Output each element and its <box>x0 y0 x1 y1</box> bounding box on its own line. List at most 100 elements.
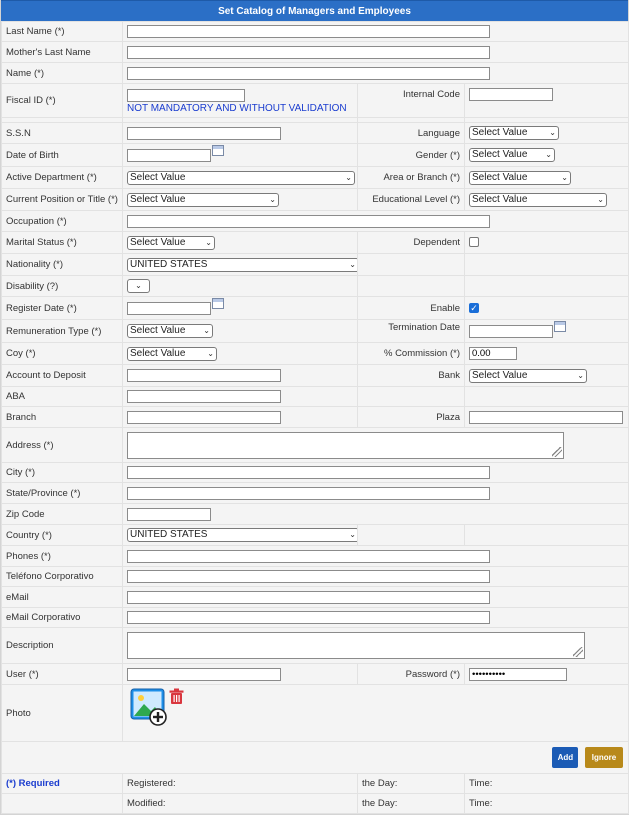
photo-upload <box>130 688 184 726</box>
enable-label: Enable <box>357 296 465 320</box>
aba-label: ABA <box>1 386 123 407</box>
marital-status-label: Marital Status (*) <box>1 231 123 254</box>
chevron-down-icon: ⌄ <box>561 172 568 182</box>
description-label: Description <box>1 627 123 664</box>
termination-date-input[interactable] <box>469 324 553 338</box>
modified-label: Modified: <box>122 793 358 814</box>
branch-label: Branch <box>1 406 123 428</box>
user-label: User (*) <box>1 663 123 685</box>
ssn-input[interactable] <box>127 126 281 140</box>
educational-level-label: Educational Level (*) <box>357 188 465 211</box>
remuneration-type-select[interactable]: Select Value ⌄ <box>127 324 213 338</box>
gender-select[interactable]: Select Value ⌄ <box>469 148 555 162</box>
phones-input[interactable] <box>127 549 490 563</box>
registered-label: Registered: <box>122 773 358 794</box>
educational-level-select[interactable]: Select Value ⌄ <box>469 192 607 207</box>
fiscal-id-input[interactable] <box>127 89 245 102</box>
required-note: (*) Required <box>6 778 60 789</box>
internal-code-input[interactable] <box>469 88 553 101</box>
chevron-down-icon: ⌄ <box>203 326 210 335</box>
country-label: Country (*) <box>1 524 123 546</box>
bank-label: Bank <box>357 364 465 387</box>
calendar-icon[interactable] <box>212 144 224 156</box>
zip-label: Zip Code <box>1 503 123 525</box>
state-input[interactable] <box>127 486 490 500</box>
enable-checkbox[interactable]: ✓ <box>469 302 479 313</box>
current-position-select[interactable]: Select Value ⌄ <box>127 192 279 207</box>
password-input[interactable] <box>469 667 567 681</box>
plaza-label: Plaza <box>357 406 465 428</box>
email-input[interactable] <box>127 590 490 604</box>
email-label: eMail <box>1 586 123 608</box>
branch-input[interactable] <box>127 410 281 424</box>
description-textarea[interactable] <box>127 632 585 659</box>
chevron-down-icon: ⌄ <box>135 281 142 290</box>
chevron-down-icon: ⌄ <box>207 348 214 358</box>
occupation-input[interactable] <box>127 214 490 228</box>
zip-input[interactable] <box>127 507 211 521</box>
corp-email-input[interactable] <box>127 611 490 624</box>
chevron-down-icon: ⌄ <box>549 128 556 137</box>
account-input[interactable] <box>127 369 281 382</box>
plaza-input[interactable] <box>469 410 623 424</box>
phones-label: Phones (*) <box>1 545 123 567</box>
aba-input[interactable] <box>127 390 281 403</box>
address-textarea[interactable] <box>127 431 564 459</box>
corp-phone-label: Teléfono Corporativo <box>1 566 123 587</box>
nationality-label: Nationality (*) <box>1 253 123 276</box>
fiscal-id-label: Fiscal ID (*) <box>1 83 123 118</box>
city-input[interactable] <box>127 466 490 479</box>
last-name-label: Last Name (*) <box>1 21 123 42</box>
dependent-checkbox[interactable] <box>469 237 479 248</box>
modified-day-label: the Day: <box>357 793 465 814</box>
coy-label: Coy (*) <box>1 342 123 365</box>
calendar-icon[interactable] <box>554 320 566 332</box>
account-label: Account to Deposit <box>1 364 123 387</box>
delete-photo-icon[interactable] <box>169 688 184 705</box>
chevron-down-icon: ⌄ <box>577 370 584 380</box>
disability-select[interactable]: ⌄ <box>127 279 150 293</box>
commission-label: % Commission (*) <box>357 342 465 365</box>
name-label: Name (*) <box>1 62 123 84</box>
corp-phone-input[interactable] <box>127 570 490 583</box>
dependent-label: Dependent <box>357 231 465 254</box>
last-name-input[interactable] <box>127 25 490 38</box>
area-branch-select[interactable]: Select Value ⌄ <box>469 170 571 185</box>
register-date-input[interactable] <box>127 301 211 315</box>
area-branch-label: Area or Branch (*) <box>357 166 465 189</box>
country-select[interactable]: UNITED STATES ⌄ <box>127 528 357 542</box>
disability-label: Disability (?) <box>1 275 123 297</box>
photo-label: Photo <box>1 684 123 742</box>
ignore-button[interactable]: Ignore <box>585 747 623 768</box>
commission-input[interactable] <box>469 347 517 360</box>
active-department-select[interactable]: Select Value ⌄ <box>127 170 355 185</box>
form-title: Set Catalog of Managers and Employees <box>1 0 628 21</box>
nationality-select[interactable]: UNITED STATES ⌄ <box>127 257 357 272</box>
modified-time-label: Time: <box>464 793 629 814</box>
registered-day-label: the Day: <box>357 773 465 794</box>
form-frame: Set Catalog of Managers and Employees La… <box>0 0 629 815</box>
language-select[interactable]: Select Value ⌄ <box>469 126 559 140</box>
marital-status-select[interactable]: Select Value ⌄ <box>127 235 215 250</box>
bank-select[interactable]: Select Value ⌄ <box>469 368 587 383</box>
chevron-down-icon: ⌄ <box>349 530 356 539</box>
dob-input[interactable] <box>127 148 211 162</box>
mothers-last-name-label: Mother's Last Name <box>1 41 123 63</box>
fiscal-id-note: NOT MANDATORY AND WITHOUT VALIDATION <box>127 103 347 114</box>
coy-select[interactable]: Select Value ⌄ <box>127 346 217 361</box>
address-label: Address (*) <box>1 427 123 463</box>
chevron-down-icon: ⌄ <box>345 172 352 182</box>
chevron-down-icon: ⌄ <box>269 194 276 204</box>
resize-handle-icon[interactable] <box>573 647 583 657</box>
add-button[interactable]: Add <box>552 747 579 768</box>
chevron-down-icon: ⌄ <box>545 150 552 159</box>
add-image-icon[interactable] <box>130 688 167 726</box>
employee-form: Last Name (*) Mother's Last Name Name (*… <box>1 21 629 814</box>
corp-email-label: eMail Corporativo <box>1 607 123 628</box>
user-input[interactable] <box>127 667 281 681</box>
resize-handle-icon[interactable] <box>552 446 562 457</box>
mothers-last-name-input[interactable] <box>127 45 490 59</box>
registered-time-label: Time: <box>464 773 629 794</box>
calendar-icon[interactable] <box>212 297 224 309</box>
name-input[interactable] <box>127 66 490 80</box>
